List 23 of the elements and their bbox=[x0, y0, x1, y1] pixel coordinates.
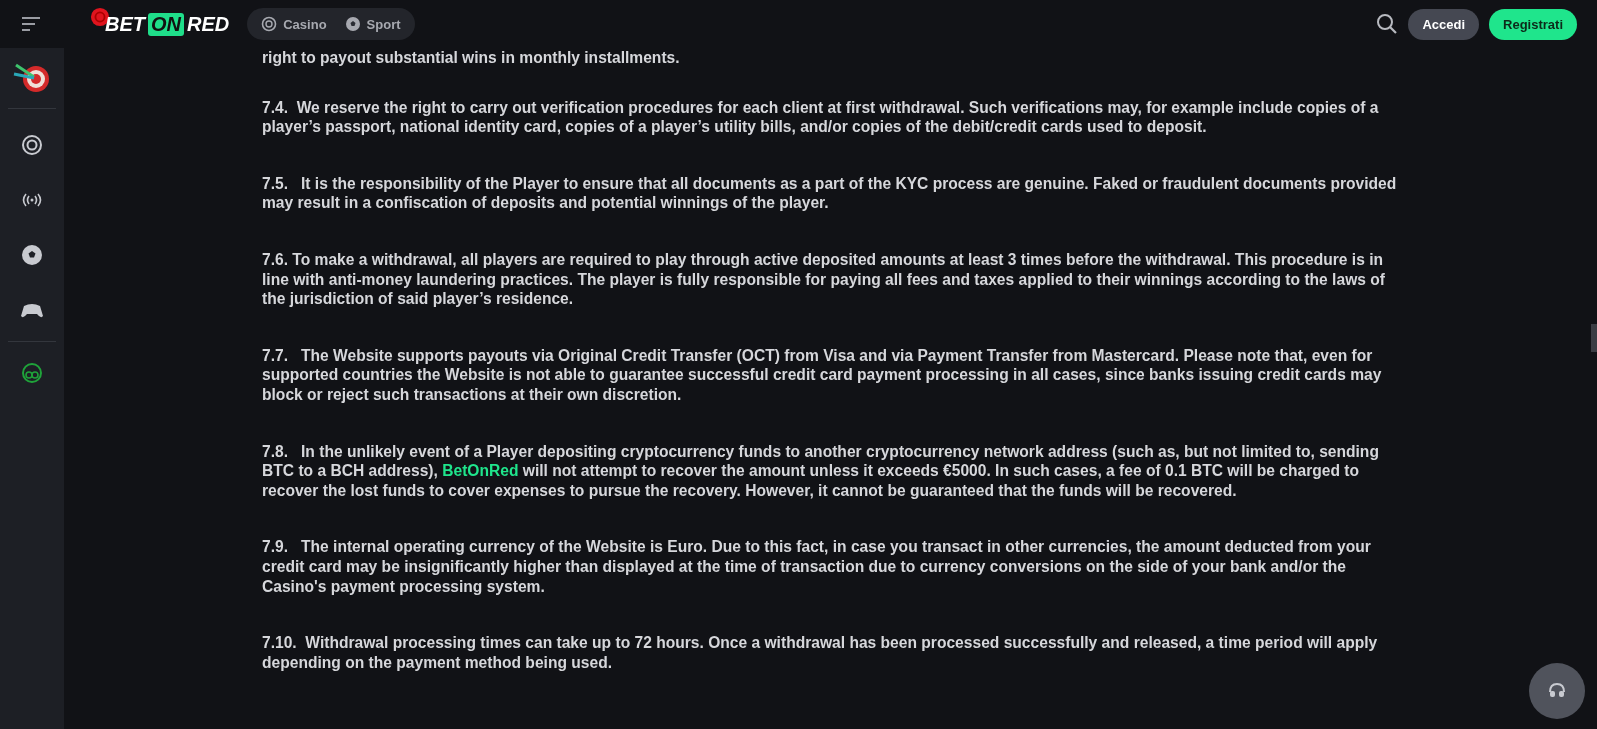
brand-link[interactable]: BetOnRed bbox=[442, 462, 519, 480]
terms-paragraph: 7.6. To make a withdrawal, all players are required to play through active deposited amounts at least 3 times before the withdrawal. This procedure is in line with anti-money laundering practices. The player is fully responsible for paying all fees and taxes applied to their winnings according to the laws of the jurisdiction of said player’s residence. bbox=[262, 249, 1386, 309]
nav-tab[interactable]: Casino bbox=[255, 11, 333, 37]
logo-text: BET bbox=[105, 12, 145, 36]
logo-text: ON bbox=[148, 12, 184, 36]
scrollbar-thumb[interactable] bbox=[1591, 324, 1597, 352]
chip-icon bbox=[261, 16, 278, 32]
search-icon[interactable] bbox=[1376, 13, 1399, 35]
register-button[interactable]: Registrati bbox=[1489, 8, 1577, 40]
logo-text: RED bbox=[187, 12, 230, 36]
login-button[interactable]: Accedi bbox=[1408, 8, 1480, 40]
terms-paragraph: 7.7. The Website supports payouts via Original Credit Transfer (OCT) from Visa and via Payment Transfer from Mastercard. Please note that, even for supported countries the Website is not able to guarantee successful credit card payment processing in all cases, since banks issuing credit cards may block or reject such transactions at their own discretion. bbox=[262, 345, 1383, 405]
terms-paragraph: 7.9. The internal operating currency of the Website is Euro. Due to this fact, in case you transact in other currencies, the amount deducted from your credit card may be insignificantly higher than displayed at the time of transaction due to currency conversions on the side of your bank and/or the Casino's payment processing system. bbox=[262, 537, 1372, 597]
nav-tab[interactable]: Sport bbox=[338, 11, 407, 37]
terms-paragraph: 7.10. Withdrawal processing times can take up to 72 hours. Once a withdrawal has been processed successfully and released, a time period will apply depending on the payment method being used. bbox=[262, 633, 1379, 673]
soccer-ball-icon bbox=[344, 16, 361, 32]
terms-paragraph: right to payout substantial wins in monthly installments. bbox=[262, 48, 681, 68]
terms-paragraph: 7.8. In the unlikely event of a Player depositing cryptocurrency funds to another cryptocurrency network address (such as, but not limited to, sending BTC to a BCH address), BetOnRed will not attempt to recover the amount unless it exceeds €5000. In such cases, a fee of 0.1 BTC will be charged to recover the lost funds to cover expenses to pursue the recovery. However, it cannot be guaranteed that the funds will be recovered. bbox=[262, 441, 1380, 501]
menu-icon[interactable] bbox=[22, 17, 40, 31]
support-chat-button[interactable] bbox=[1529, 663, 1585, 719]
terms-paragraph: 7.4. We reserve the right to carry out verification procedures for each client at first withdrawal. Such verifications may, for example include copies of a player’s passport, national identity card, copies of a player’s utility bills, and/or copies of the debit/credit cards used to deposit. bbox=[262, 97, 1380, 137]
terms-paragraph: 7.5. It is the responsibility of the Player to ensure that all documents as a part of the KYC process are genuine. Faked or fraudulent documents provided may result in a confiscation of deposits and potential winnings of the player. bbox=[262, 173, 1397, 213]
logo[interactable]: BET ON RED bbox=[90, 12, 230, 36]
